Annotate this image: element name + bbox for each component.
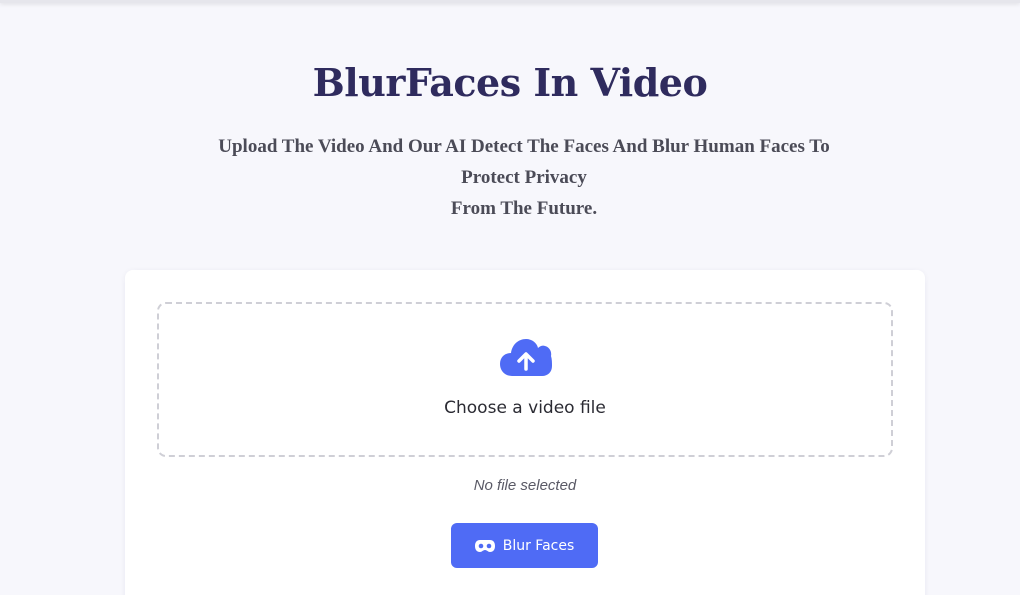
subtitle-line: Protect Privacy — [461, 167, 587, 188]
file-status-text: No file selected — [473, 477, 577, 494]
choose-file-label[interactable]: Choose a video file — [159, 398, 891, 418]
page-title: BlurFaces In Video — [312, 60, 708, 105]
subtitle-line: From The Future. — [450, 198, 598, 219]
video-dropzone[interactable]: Choose a video file — [157, 302, 893, 457]
blur-faces-label: Blur Faces — [502, 537, 575, 554]
blur-faces-button[interactable]: Blur Faces — [451, 523, 598, 568]
subtitle-line: Upload The Video And Our AI Detect The F… — [218, 136, 830, 157]
page-subtitle: Upload The Video And Our AI Detect The F… — [200, 131, 848, 224]
cloud-upload-icon — [500, 339, 552, 376]
top-bar — [0, 0, 1020, 3]
page: BlurFaces In Video Upload The Video And … — [0, 0, 1020, 595]
mask-icon — [474, 539, 495, 552]
upload-card: Choose a video file No file selected Blu… — [125, 270, 925, 595]
